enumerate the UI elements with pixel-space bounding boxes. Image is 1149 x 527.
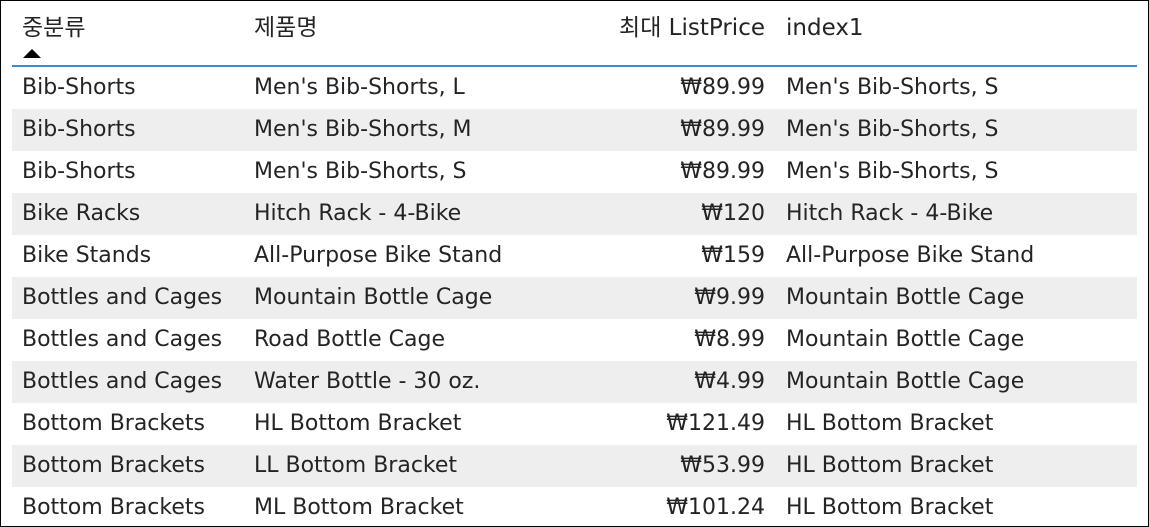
cell-index1: Mountain Bottle Cage (786, 327, 1025, 352)
cell-index1: All-Purpose Bike Stand (786, 243, 1035, 268)
table-row[interactable]: Bottom Brackets ML Bottom Bracket ₩101.2… (12, 487, 1137, 526)
table-row[interactable]: Bib-Shorts Men's Bib-Shorts, M ₩89.99 Me… (12, 109, 1137, 151)
table-row[interactable]: Bike Stands All-Purpose Bike Stand ₩159 … (12, 235, 1137, 277)
cell-product-name: Hitch Rack - 4-Bike (254, 201, 462, 226)
table-row[interactable]: Bib-Shorts Men's Bib-Shorts, S ₩89.99 Me… (12, 151, 1137, 193)
cell-max-listprice: ₩4.99 (694, 369, 765, 394)
cell-index1: HL Bottom Bracket (786, 495, 994, 520)
table-row[interactable]: Bottles and Cages Mountain Bottle Cage ₩… (12, 277, 1137, 319)
column-header-product-name[interactable]: 제품명 (254, 13, 317, 43)
cell-product-name: LL Bottom Bracket (254, 453, 458, 478)
cell-category: Bottles and Cages (22, 327, 223, 352)
cell-product-name: HL Bottom Bracket (254, 411, 462, 436)
table-visual: 중분류 제품명 최대 ListPrice index1 Bib-Shorts M… (0, 0, 1149, 527)
table-row[interactable]: Bottom Brackets LL Bottom Bracket ₩53.99… (12, 445, 1137, 487)
cell-max-listprice: ₩120 (701, 201, 765, 226)
cell-max-listprice: ₩89.99 (680, 75, 765, 100)
column-header-max-listprice[interactable]: 최대 ListPrice (619, 13, 765, 43)
cell-product-name: Mountain Bottle Cage (254, 285, 493, 310)
cell-category: Bib-Shorts (22, 159, 136, 184)
cell-index1: Men's Bib-Shorts, S (786, 117, 999, 142)
cell-product-name: Men's Bib-Shorts, M (254, 117, 472, 142)
cell-max-listprice: ₩101.24 (666, 495, 765, 520)
table-row[interactable]: Bottles and Cages Water Bottle - 30 oz. … (12, 361, 1137, 403)
cell-max-listprice: ₩159 (701, 243, 765, 268)
cell-category: Bottom Brackets (22, 453, 205, 478)
cell-product-name: All-Purpose Bike Stand (254, 243, 503, 268)
cell-category: Bib-Shorts (22, 117, 136, 142)
cell-product-name: Road Bottle Cage (254, 327, 445, 352)
cell-max-listprice: ₩121.49 (666, 411, 765, 436)
cell-index1: HL Bottom Bracket (786, 411, 994, 436)
table-row[interactable]: Bottles and Cages Road Bottle Cage ₩8.99… (12, 319, 1137, 361)
cell-category: Bike Racks (22, 201, 141, 226)
table-row[interactable]: Bike Racks Hitch Rack - 4-Bike ₩120 Hitc… (12, 193, 1137, 235)
cell-max-listprice: ₩89.99 (680, 159, 765, 184)
cell-max-listprice: ₩89.99 (680, 117, 765, 142)
cell-category: Bottom Brackets (22, 411, 205, 436)
table-header: 중분류 제품명 최대 ListPrice index1 (12, 1, 1137, 67)
cell-max-listprice: ₩8.99 (694, 327, 765, 352)
cell-index1: Mountain Bottle Cage (786, 285, 1025, 310)
cell-max-listprice: ₩9.99 (694, 285, 765, 310)
cell-index1: Hitch Rack - 4-Bike (786, 201, 994, 226)
cell-product-name: Men's Bib-Shorts, L (254, 75, 465, 100)
cell-index1: Men's Bib-Shorts, S (786, 159, 999, 184)
cell-index1: Mountain Bottle Cage (786, 369, 1025, 394)
column-header-category[interactable]: 중분류 (22, 13, 85, 43)
cell-category: Bottles and Cages (22, 285, 223, 310)
data-table: 중분류 제품명 최대 ListPrice index1 Bib-Shorts M… (12, 1, 1137, 526)
cell-product-name: ML Bottom Bracket (254, 495, 464, 520)
column-header-index1[interactable]: index1 (786, 13, 864, 43)
cell-category: Bottom Brackets (22, 495, 205, 520)
cell-product-name: Water Bottle - 30 oz. (254, 369, 481, 394)
sort-ascending-icon[interactable] (23, 49, 41, 58)
table-row[interactable]: Bib-Shorts Men's Bib-Shorts, L ₩89.99 Me… (12, 67, 1137, 109)
table-row[interactable]: Bottom Brackets HL Bottom Bracket ₩121.4… (12, 403, 1137, 445)
cell-index1: Men's Bib-Shorts, S (786, 75, 999, 100)
cell-max-listprice: ₩53.99 (680, 453, 765, 478)
cell-category: Bottles and Cages (22, 369, 223, 394)
cell-product-name: Men's Bib-Shorts, S (254, 159, 467, 184)
cell-index1: HL Bottom Bracket (786, 453, 994, 478)
cell-category: Bib-Shorts (22, 75, 136, 100)
cell-category: Bike Stands (22, 243, 152, 268)
